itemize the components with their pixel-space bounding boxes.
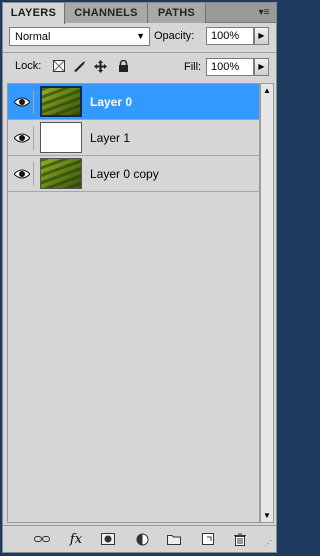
layer-row[interactable]: Layer 0 copy — [8, 156, 259, 192]
scroll-up-icon[interactable]: ▲ — [261, 86, 273, 95]
layer-thumbnail — [40, 86, 82, 117]
layer-name: Layer 1 — [90, 131, 131, 145]
visibility-eye-icon[interactable] — [10, 90, 34, 114]
fill-field[interactable]: 100% — [206, 58, 254, 76]
layer-name: Layer 0 copy — [90, 167, 159, 181]
mask-icon[interactable] — [99, 531, 117, 547]
tab-paths[interactable]: PATHS — [148, 3, 206, 23]
blend-mode-select[interactable]: Normal ▼ — [9, 27, 150, 46]
lock-all-icon[interactable] — [118, 59, 129, 74]
chevron-down-icon: ▼ — [136, 31, 145, 41]
opacity-slider-button[interactable]: ▶ — [254, 27, 269, 45]
layer-name: Layer 0 — [90, 95, 133, 109]
trash-icon[interactable] — [231, 531, 249, 547]
layer-row[interactable]: Layer 1 — [8, 120, 259, 156]
lock-transparent-icon[interactable] — [53, 60, 65, 74]
lock-label: Lock: — [15, 60, 42, 72]
opacity-label: Opacity: — [154, 30, 195, 42]
bottom-toolbar: fx ⋰ — [3, 525, 276, 551]
divider — [3, 52, 276, 53]
layer-row[interactable]: Layer 0 — [8, 84, 259, 120]
layers-panel: LAYERS CHANNELS PATHS ▾≡ Normal ▼ Opacit… — [2, 2, 277, 553]
layer-thumbnail — [40, 122, 82, 153]
lock-image-icon[interactable] — [73, 60, 87, 74]
blend-mode-value: Normal — [15, 31, 51, 43]
fx-icon[interactable]: fx — [67, 531, 85, 547]
link-layers-icon[interactable] — [33, 531, 51, 547]
resize-grip-icon[interactable]: ⋰ — [264, 539, 274, 549]
scroll-down-icon[interactable]: ▼ — [261, 511, 273, 520]
visibility-eye-icon[interactable] — [10, 162, 34, 186]
lock-position-icon[interactable] — [94, 60, 107, 75]
fill-slider-button[interactable]: ▶ — [254, 58, 269, 76]
layer-thumbnail — [40, 158, 82, 189]
tab-channels[interactable]: CHANNELS — [65, 3, 148, 23]
tab-layers[interactable]: LAYERS — [3, 3, 65, 24]
folder-icon[interactable] — [165, 531, 183, 547]
fill-label: Fill: — [184, 61, 202, 73]
tab-bar: LAYERS CHANNELS PATHS ▾≡ — [3, 3, 276, 24]
adjustment-icon[interactable] — [133, 531, 151, 547]
visibility-eye-icon[interactable] — [10, 126, 34, 150]
panel-menu-icon[interactable]: ▾≡ — [256, 6, 272, 20]
new-layer-icon[interactable] — [199, 531, 217, 547]
layer-list: Layer 0 Layer 1 Layer 0 copy — [7, 83, 260, 523]
opacity-field[interactable]: 100% — [206, 27, 254, 45]
scrollbar[interactable]: ▲ ▼ — [260, 83, 274, 523]
